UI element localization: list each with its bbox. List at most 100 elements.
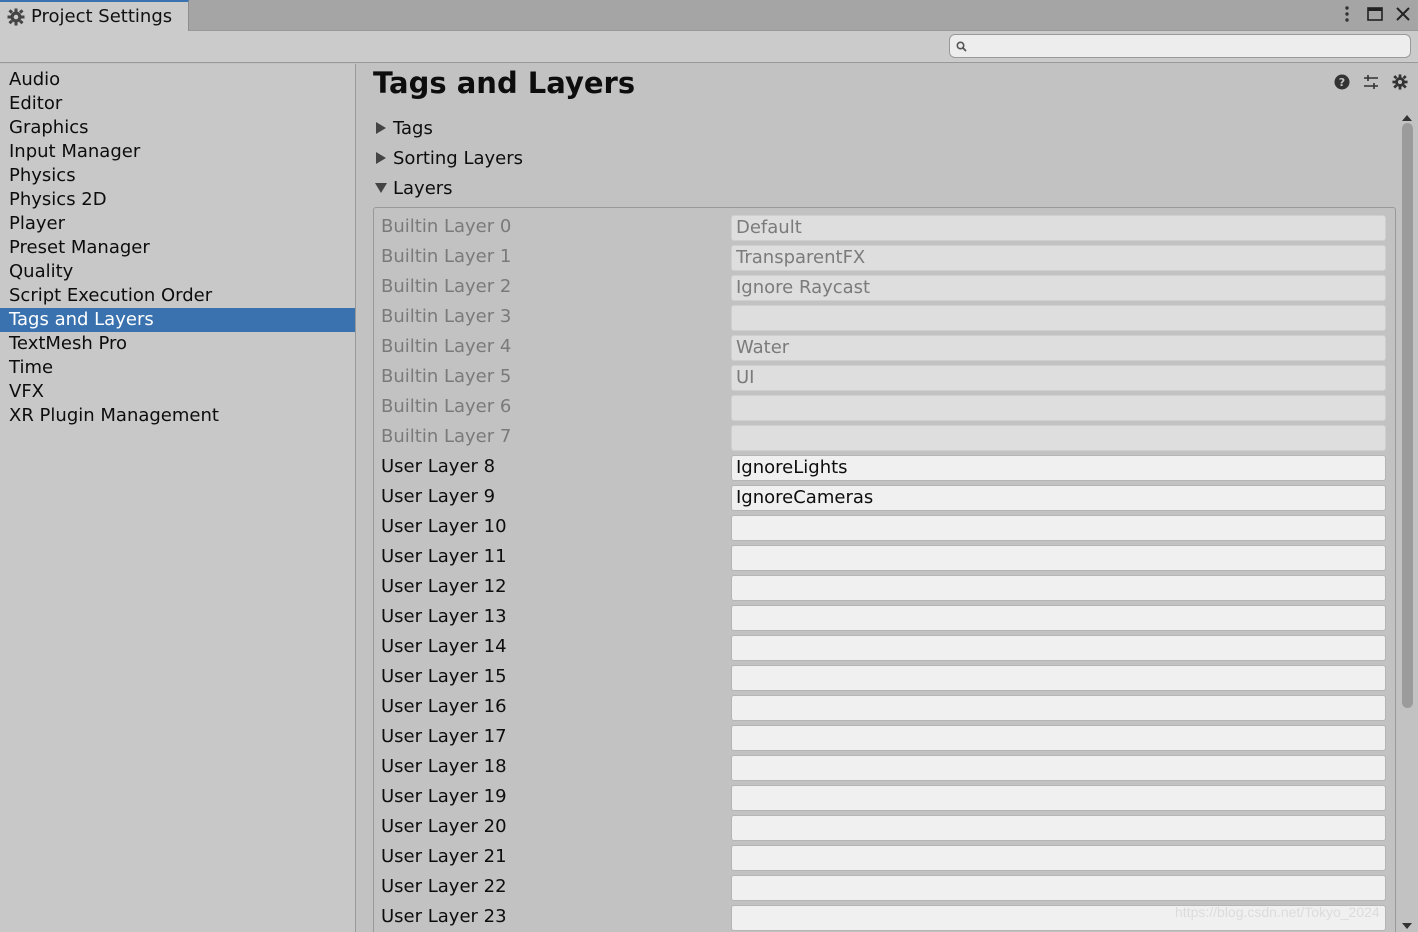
layer-label: User Layer 14 [381, 636, 507, 657]
window-titlebar: Project Settings [0, 0, 1418, 31]
scroll-down-icon[interactable] [1401, 915, 1413, 932]
layer-label: User Layer 13 [381, 606, 507, 627]
layer-row: User Layer 13 [374, 602, 1395, 632]
layer-name-field[interactable] [731, 845, 1386, 871]
watermark: https://blog.csdn.net/Tokyo_2024 [1175, 904, 1380, 920]
layers-list: Builtin Layer 0 Default Builtin Layer 1 Tra… [373, 207, 1396, 932]
layer-label: User Layer 21 [381, 846, 507, 867]
scrollbar-thumb[interactable] [1402, 123, 1413, 708]
layer-label: User Layer 23 [381, 906, 507, 927]
layer-row: Builtin Layer 7 [374, 422, 1395, 452]
layer-name-field[interactable] [731, 515, 1386, 541]
layer-label: Builtin Layer 4 [381, 336, 512, 357]
layer-label: User Layer 9 [381, 486, 496, 507]
layer-label: User Layer 16 [381, 696, 507, 717]
foldout-sorting-layers[interactable]: Sorting Layers [375, 146, 523, 170]
layer-name-field[interactable] [731, 605, 1386, 631]
settings-toolbar [0, 31, 1418, 63]
help-icon[interactable]: ? [1333, 73, 1350, 90]
maximize-icon[interactable] [1366, 4, 1384, 24]
layer-label: User Layer 19 [381, 786, 507, 807]
sidebar-item-quality[interactable]: Quality [0, 260, 355, 284]
layer-name-field[interactable] [731, 785, 1386, 811]
triangle-right-icon[interactable] [375, 122, 387, 134]
foldout-tags[interactable]: Tags [375, 116, 433, 140]
sidebar-item-graphics[interactable]: Graphics [0, 116, 355, 140]
layer-name-field[interactable] [731, 635, 1386, 661]
layer-name-field[interactable] [731, 575, 1386, 601]
search-field[interactable] [949, 34, 1411, 58]
tab-title: Project Settings [31, 6, 173, 27]
layer-row: User Layer 21 [374, 842, 1395, 872]
settings-sidebar: Audio Editor Graphics Input Manager Physics P… [0, 64, 356, 932]
layer-row: Builtin Layer 0 Default [374, 212, 1395, 242]
sidebar-item-player[interactable]: Player [0, 212, 355, 236]
svg-text:?: ? [1338, 76, 1344, 89]
sidebar-item-audio[interactable]: Audio [0, 68, 355, 92]
gear-icon [6, 7, 26, 27]
sidebar-item-editor[interactable]: Editor [0, 92, 355, 116]
sidebar-item-tags-and-layers[interactable]: Tags and Layers [0, 308, 355, 332]
layer-name-field[interactable]: IgnoreLights [731, 455, 1386, 481]
preset-icon[interactable] [1362, 73, 1379, 90]
foldout-label: Tags [393, 117, 433, 139]
settings-gear-icon[interactable] [1391, 73, 1408, 90]
layer-row: User Layer 14 [374, 632, 1395, 662]
search-input[interactable] [971, 36, 1410, 56]
foldout-layers[interactable]: Layers [375, 176, 453, 200]
foldout-label: Sorting Layers [393, 147, 524, 169]
layer-row: Builtin Layer 5 UI [374, 362, 1395, 392]
project-settings-tab[interactable]: Project Settings [0, 0, 189, 31]
layer-row: User Layer 9 IgnoreCameras [374, 482, 1395, 512]
layer-label: User Layer 11 [381, 546, 507, 567]
layer-label: Builtin Layer 2 [381, 276, 512, 297]
layer-name-field[interactable] [731, 755, 1386, 781]
layer-name-field[interactable] [731, 815, 1386, 841]
layer-row: User Layer 11 [374, 542, 1395, 572]
sidebar-item-physics-2d[interactable]: Physics 2D [0, 188, 355, 212]
layer-label: Builtin Layer 6 [381, 396, 512, 417]
layer-name-field [731, 305, 1386, 331]
layer-label: User Layer 12 [381, 576, 507, 597]
layer-label: User Layer 20 [381, 816, 507, 837]
sidebar-item-preset-manager[interactable]: Preset Manager [0, 236, 355, 260]
sidebar-item-time[interactable]: Time [0, 356, 355, 380]
layer-row: User Layer 15 [374, 662, 1395, 692]
layer-name-field: Default [731, 215, 1386, 241]
layer-name-field: UI [731, 365, 1386, 391]
close-icon[interactable] [1394, 4, 1412, 24]
layer-label: User Layer 22 [381, 876, 507, 897]
layer-name-field[interactable] [731, 665, 1386, 691]
triangle-right-icon[interactable] [375, 152, 387, 164]
layer-label: User Layer 17 [381, 726, 507, 747]
layer-label: Builtin Layer 0 [381, 216, 512, 237]
layer-label: Builtin Layer 1 [381, 246, 512, 267]
layer-name-field [731, 395, 1386, 421]
page-title: Tags and Layers [373, 66, 636, 100]
layer-name-field[interactable] [731, 875, 1386, 901]
sidebar-item-physics[interactable]: Physics [0, 164, 355, 188]
layer-name-field[interactable]: IgnoreCameras [731, 485, 1386, 511]
layer-row: User Layer 19 [374, 782, 1395, 812]
sidebar-item-xr-plugin-management[interactable]: XR Plugin Management [0, 404, 355, 428]
layer-row: User Layer 20 [374, 812, 1395, 842]
triangle-down-icon[interactable] [375, 182, 387, 194]
layer-row: Builtin Layer 3 [374, 302, 1395, 332]
layer-label: User Layer 10 [381, 516, 507, 537]
vertical-scrollbar[interactable] [1397, 101, 1418, 932]
layer-row: User Layer 10 [374, 512, 1395, 542]
layer-name-field[interactable] [731, 695, 1386, 721]
sidebar-item-input-manager[interactable]: Input Manager [0, 140, 355, 164]
sidebar-item-script-execution-order[interactable]: Script Execution Order [0, 284, 355, 308]
layer-row: Builtin Layer 2 Ignore Raycast [374, 272, 1395, 302]
more-icon[interactable] [1338, 4, 1356, 24]
layer-name-field [731, 425, 1386, 451]
layer-label: User Layer 18 [381, 756, 507, 777]
sidebar-item-vfx[interactable]: VFX [0, 380, 355, 404]
layer-row: User Layer 18 [374, 752, 1395, 782]
layer-name-field[interactable] [731, 545, 1386, 571]
settings-content: Tags and Layers ? Tags Sorting Layers Laye… [357, 64, 1418, 932]
search-icon [956, 37, 967, 56]
layer-name-field[interactable] [731, 725, 1386, 751]
sidebar-item-textmesh-pro[interactable]: TextMesh Pro [0, 332, 355, 356]
